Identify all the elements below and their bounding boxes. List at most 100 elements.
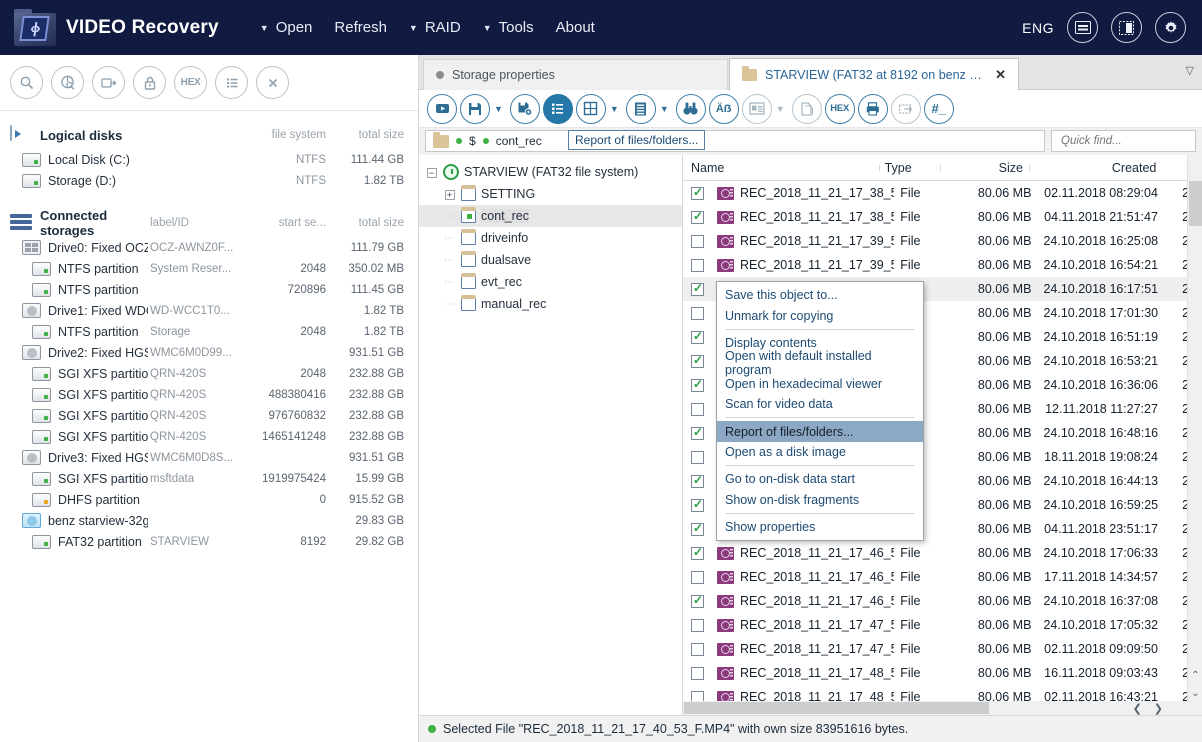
report-list-icon[interactable]	[542, 93, 573, 124]
partition-row[interactable]: SGI XFS partition QRN-420S 2048 232.88 GB	[0, 363, 418, 384]
context-menu-item[interactable]: Show on-disk fragments	[717, 490, 923, 510]
tree-item[interactable]: ⋯ dualsave	[419, 249, 682, 271]
row-checkbox[interactable]	[691, 570, 704, 584]
save-settings-icon[interactable]	[509, 93, 540, 124]
row-checkbox[interactable]	[691, 234, 704, 248]
partition-row[interactable]: NTFS partition System Reser... 2048 350.02 …	[0, 258, 418, 279]
row-checkbox[interactable]	[691, 377, 704, 392]
scroll-up-icon[interactable]: ⌃	[1188, 667, 1202, 683]
menu-item-about[interactable]: About	[545, 15, 606, 40]
numbering-icon[interactable]: #_	[923, 93, 954, 124]
details-view-icon[interactable]	[625, 93, 656, 124]
table-row[interactable]: REC_2018_11_21_17_47_5... File 80.06 MB 24.…	[683, 613, 1202, 637]
tab-storage-properties[interactable]: Storage properties	[423, 59, 728, 90]
row-checkbox[interactable]	[691, 281, 704, 296]
tree-item[interactable]: ⋯ evt_rec	[419, 271, 682, 293]
vertical-scrollbar[interactable]: ⌃ ⌄	[1187, 155, 1202, 701]
column-header-created[interactable]: Created	[1028, 161, 1162, 175]
tab-list-menu-icon[interactable]: ▽	[1186, 64, 1194, 77]
column-header-type[interactable]: Type	[878, 161, 940, 175]
menu-item-refresh[interactable]: Refresh	[323, 15, 398, 40]
horizontal-scroll-thumb[interactable]	[684, 702, 989, 714]
row-checkbox[interactable]	[691, 642, 704, 656]
scroll-left-icon[interactable]: ❮	[1133, 702, 1142, 715]
hex-viewer-icon[interactable]: HEX	[824, 93, 855, 124]
context-menu-item[interactable]: Go to on-disk data start	[717, 469, 923, 489]
table-row[interactable]: REC_2018_11_21_17_39_5... File 80.06 MB 24.…	[683, 229, 1202, 253]
menu-item-raid[interactable]: ▼ RAID	[398, 15, 472, 40]
tree-item[interactable]: + SETTING	[419, 183, 682, 205]
partition-row[interactable]: FAT32 partition STARVIEW 8192 29.82 GB	[0, 531, 418, 552]
panel-icon[interactable]	[1111, 12, 1142, 43]
context-menu-item[interactable]: Scan for video data	[717, 394, 923, 414]
save-dropdown-icon[interactable]: ▼	[494, 104, 503, 114]
preview-card-icon[interactable]	[741, 93, 772, 124]
path-breadcrumb[interactable]: $ cont_rec	[425, 130, 1045, 152]
table-view-icon[interactable]	[575, 93, 606, 124]
row-checkbox[interactable]	[691, 258, 704, 272]
storage-device-row[interactable]: Drive3: Fixed HGST ...WMC6M0D8S... 931.51…	[0, 447, 418, 468]
tree-item[interactable]: ⋯ cont_rec	[419, 205, 682, 227]
save-icon[interactable]	[460, 93, 490, 124]
print-icon[interactable]	[857, 93, 888, 124]
copy-file-icon[interactable]	[791, 93, 822, 124]
row-checkbox[interactable]	[691, 497, 704, 512]
table-row[interactable]: REC_2018_11_21_17_46_5... File 80.06 MB 17.…	[683, 565, 1202, 589]
find-binoculars-icon[interactable]	[675, 93, 706, 124]
partition-row[interactable]: NTFS partition Storage 2048 1.82 TB	[0, 321, 418, 342]
export-icon[interactable]	[890, 93, 921, 124]
context-menu-item[interactable]: Report of files/folders...	[717, 421, 923, 442]
table-row[interactable]: REC_2018_11_21_17_46_5... File 80.06 MB 24.…	[683, 541, 1202, 565]
row-checkbox[interactable]	[691, 473, 704, 488]
table-row[interactable]: REC_2018_11_21_17_38_5... File 80.06 MB 02.…	[683, 181, 1202, 205]
language-selector[interactable]: ENG	[1022, 20, 1054, 36]
scroll-down-icon[interactable]: ⌄	[1188, 685, 1202, 701]
partition-row[interactable]: SGI XFS partition QRN-420S 976760832 232.88…	[0, 405, 418, 426]
row-checkbox[interactable]	[691, 618, 704, 632]
row-checkbox[interactable]	[691, 306, 704, 320]
partition-row[interactable]: SGI XFS partition QRN-420S 1465141248 232.8…	[0, 426, 418, 447]
logical-disk-row[interactable]: Storage (D:) NTFS 1.82 TB	[0, 170, 418, 191]
path-segment-folder[interactable]: cont_rec	[496, 134, 542, 148]
tree-item[interactable]: − STARVIEW (FAT32 file system)	[419, 161, 682, 183]
row-checkbox[interactable]	[691, 185, 704, 200]
text-encoding-icon[interactable]: Äẞ	[708, 93, 739, 124]
close-tab-icon[interactable]: ✕	[995, 67, 1006, 83]
storage-device-row[interactable]: Drive2: Fixed HGST ...WMC6M0D99... 931.51…	[0, 342, 418, 363]
collapse-toggle-icon[interactable]: −	[425, 165, 438, 179]
hex-icon[interactable]: HEX	[174, 66, 207, 99]
storage-device-row[interactable]: benz starview-32gb.... 29.83 GB	[0, 510, 418, 531]
window-icon[interactable]	[1067, 12, 1098, 43]
storage-device-row[interactable]: Drive1: Fixed WDC ...WD-WCC1T0... 1.82 TB	[0, 300, 418, 321]
preview-dropdown-icon[interactable]: ▼	[776, 104, 785, 114]
open-image-icon[interactable]	[92, 66, 125, 99]
row-checkbox[interactable]	[691, 521, 704, 536]
row-checkbox[interactable]	[691, 450, 704, 464]
table-row[interactable]: REC_2018_11_21_17_46_5... File 80.06 MB 24.…	[683, 589, 1202, 613]
scan-partition-icon[interactable]	[51, 66, 84, 99]
row-checkbox[interactable]	[691, 209, 704, 224]
table-row[interactable]: REC_2018_11_21_17_48_5... File 80.06 MB 16.…	[683, 661, 1202, 685]
scroll-right-icon[interactable]: ❯	[1154, 702, 1163, 715]
horizontal-scrollbar[interactable]: ❮ ❯	[683, 701, 1187, 715]
search-disk-icon[interactable]	[10, 66, 43, 99]
storage-device-row[interactable]: Drive0: Fixed OCZ-V...OCZ-AWNZ0F... 111.7…	[0, 237, 418, 258]
row-checkbox[interactable]	[691, 666, 704, 680]
details-view-dropdown-icon[interactable]: ▼	[660, 104, 669, 114]
play-video-icon[interactable]	[427, 93, 457, 124]
menu-item-tools[interactable]: ▼ Tools	[472, 15, 545, 40]
row-checkbox[interactable]	[691, 353, 704, 368]
partition-row[interactable]: NTFS partition 720896 111.45 GB	[0, 279, 418, 300]
table-view-dropdown-icon[interactable]: ▼	[610, 104, 619, 114]
row-checkbox[interactable]	[691, 545, 704, 560]
row-checkbox[interactable]	[691, 425, 704, 440]
gear-icon[interactable]	[1155, 12, 1186, 43]
partition-row[interactable]: DHFS partition 0 915.52 GB	[0, 489, 418, 510]
partition-row[interactable]: SGI XFS partition msftdata 1919975424 15.99…	[0, 468, 418, 489]
logical-disk-row[interactable]: Local Disk (C:) NTFS 111.44 GB	[0, 149, 418, 170]
table-row[interactable]: REC_2018_11_21_17_38_5... File 80.06 MB 04.…	[683, 205, 1202, 229]
row-checkbox[interactable]	[691, 593, 704, 608]
quick-find-box[interactable]	[1051, 130, 1202, 152]
partition-row[interactable]: SGI XFS partition QRN-420S 488380416 232.88…	[0, 384, 418, 405]
list-icon[interactable]	[215, 66, 248, 99]
